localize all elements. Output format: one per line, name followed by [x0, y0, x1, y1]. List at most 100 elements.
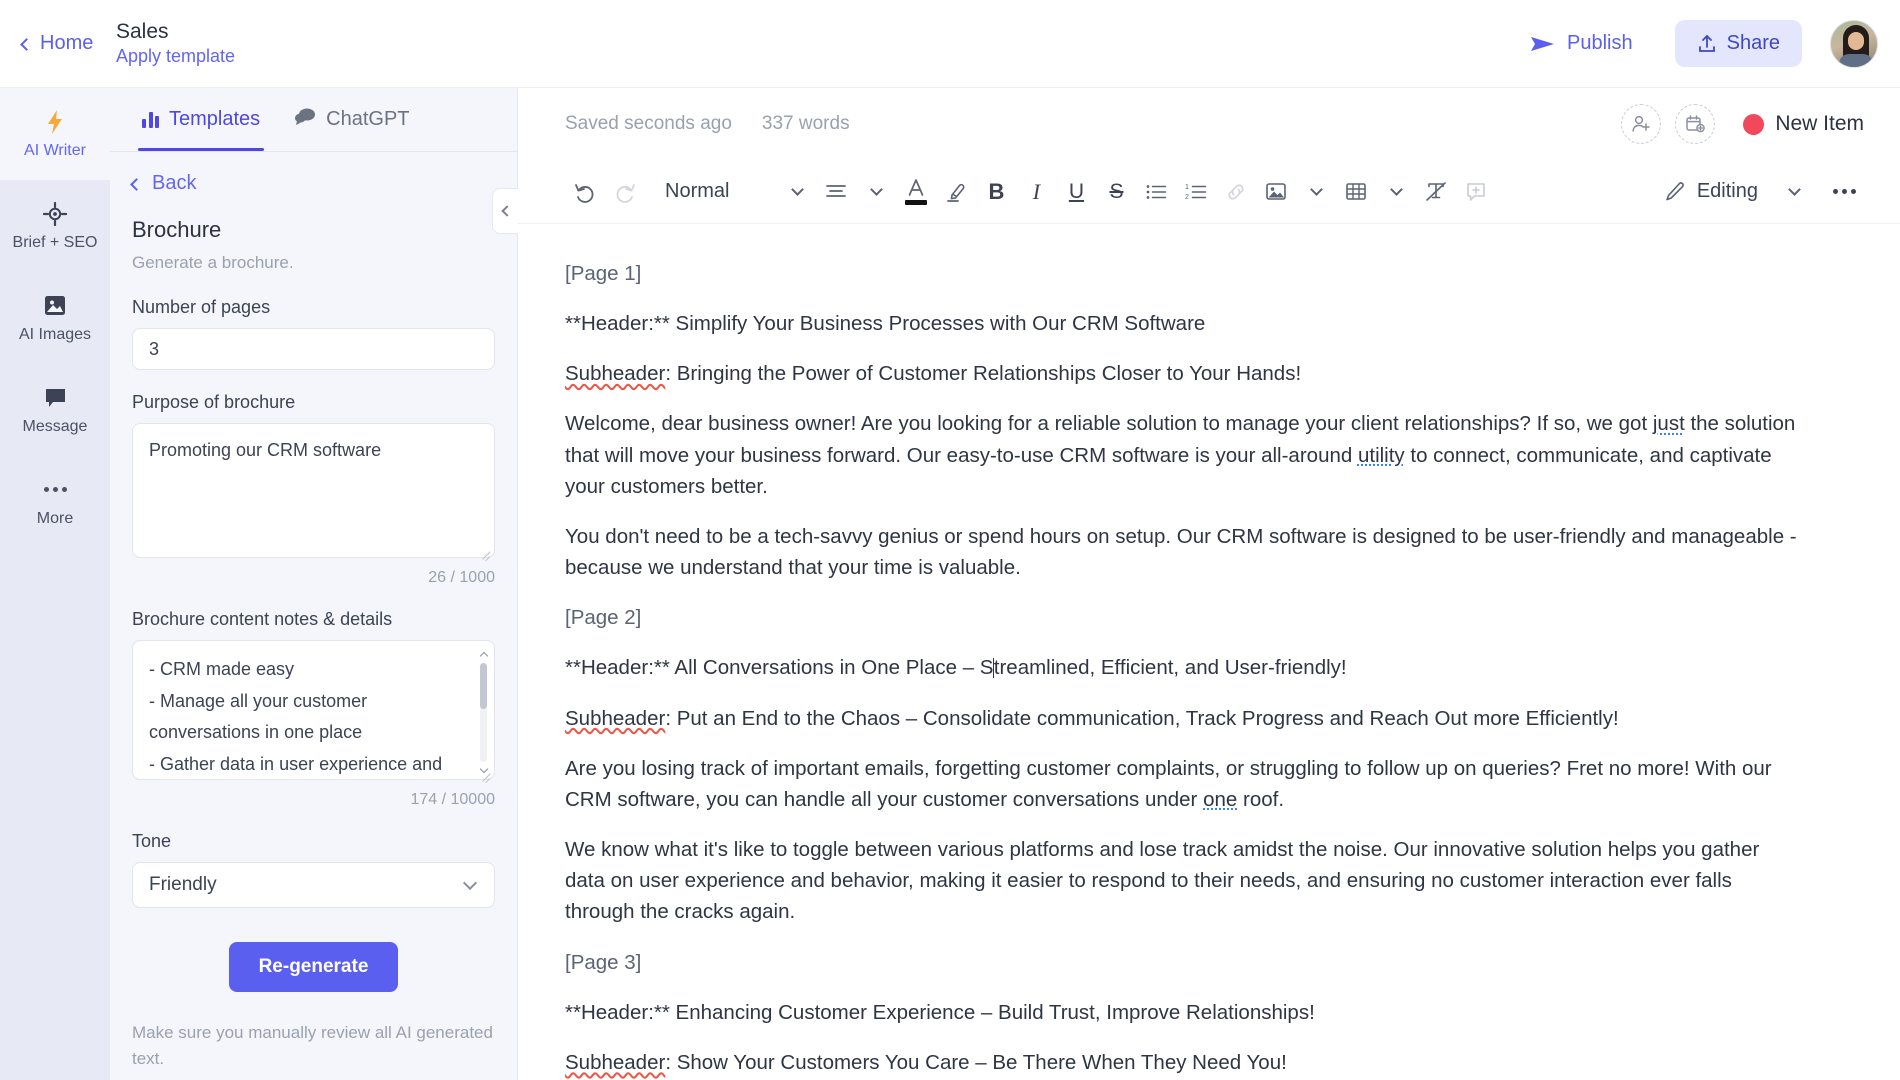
share-button[interactable]: Share — [1674, 20, 1802, 67]
insert-image-button[interactable] — [1256, 172, 1296, 212]
body-row: AI Writer Brief + SEO AI Images Message … — [0, 88, 1900, 1080]
status-badge[interactable]: New Item — [1743, 112, 1864, 136]
paragraph-style-select[interactable]: Normal — [655, 180, 812, 203]
purpose-textarea-wrap: Promoting our CRM software — [132, 423, 495, 563]
bold-button[interactable]: B — [976, 172, 1016, 212]
sidebar-item-ai-writer[interactable]: AI Writer — [0, 88, 110, 180]
text-caret — [992, 658, 995, 679]
ellipsis-icon — [1832, 189, 1856, 194]
page-marker[interactable]: [Page 1] — [565, 258, 1800, 289]
document-paragraph[interactable]: Subheader: Show Your Customers You Care … — [565, 1047, 1800, 1078]
back-button[interactable]: Back — [130, 172, 495, 195]
sidebar-item-label: More — [36, 509, 74, 527]
sidebar-item-ai-images[interactable]: AI Images — [0, 272, 110, 364]
notes-scrollbar[interactable] — [478, 649, 488, 776]
notes-textarea[interactable]: - CRM made easy - Manage all your custom… — [132, 640, 495, 780]
document-body[interactable]: [Page 1] **Header:** Simplify Your Busine… — [565, 258, 1800, 1080]
chevron-down-icon — [791, 183, 805, 196]
document-paragraph[interactable]: **Header:** All Conversations in One Pla… — [565, 652, 1800, 683]
sidebar-item-label: Brief + SEO — [12, 233, 98, 251]
svg-text:1: 1 — [1185, 184, 1189, 191]
editor-pane: Saved seconds ago 337 words New Item Nor… — [518, 88, 1900, 1080]
svg-text:2: 2 — [1185, 194, 1189, 201]
avatar-face — [1848, 31, 1864, 50]
tab-chatgpt[interactable]: ChatGPT — [294, 88, 410, 151]
strikethrough-button[interactable]: S — [1096, 172, 1136, 212]
home-back-link[interactable]: Home — [0, 32, 112, 55]
target-icon — [43, 201, 67, 227]
panel-tab-bar: Templates ChatGPT — [110, 88, 517, 152]
calendar-add-icon — [1686, 115, 1705, 133]
bullet-list-icon — [1147, 184, 1167, 199]
align-dropdown[interactable] — [856, 172, 896, 212]
font-color-button[interactable] — [896, 172, 936, 212]
editing-mode-dropdown[interactable] — [1774, 172, 1814, 212]
sidebar-item-label: AI Images — [18, 325, 92, 343]
toolbar-more-button[interactable] — [1824, 172, 1864, 212]
italic-button[interactable]: I — [1016, 172, 1056, 212]
document-paragraph[interactable]: **Header:** Simplify Your Business Proce… — [565, 308, 1800, 339]
collapse-panel-button[interactable] — [492, 188, 518, 234]
scroll-down-icon[interactable] — [478, 764, 489, 776]
insert-table-button[interactable] — [1336, 172, 1376, 212]
image-icon — [1266, 183, 1287, 200]
underline-button[interactable]: U — [1056, 172, 1096, 212]
purpose-char-counter: 26 / 1000 — [428, 569, 495, 586]
numbered-list-button[interactable]: 1 2 — [1176, 172, 1216, 212]
tone-select[interactable]: Friendly — [132, 862, 495, 908]
page-marker[interactable]: [Page 3] — [565, 947, 1800, 978]
add-comment-button[interactable] — [1456, 172, 1496, 212]
document-paragraph[interactable]: Subheader: Put an End to the Chaos – Con… — [565, 703, 1800, 734]
font-color-swatch — [905, 200, 928, 205]
pages-input[interactable] — [132, 328, 495, 370]
scroll-up-icon[interactable] — [478, 649, 489, 661]
undo-icon — [575, 183, 594, 203]
template-title: Brochure — [132, 217, 222, 242]
table-dropdown[interactable] — [1376, 172, 1416, 212]
purpose-textarea[interactable]: Promoting our CRM software — [132, 423, 495, 558]
tab-label: ChatGPT — [326, 108, 410, 130]
apply-template-link[interactable]: Apply template — [116, 46, 235, 68]
sidebar-item-message[interactable]: Message — [0, 364, 110, 456]
link-button[interactable] — [1216, 172, 1256, 212]
page-marker[interactable]: [Page 2] — [565, 602, 1800, 633]
align-button[interactable] — [816, 172, 856, 212]
add-person-button[interactable] — [1621, 104, 1662, 144]
chevron-down-icon — [1787, 183, 1801, 196]
schedule-button[interactable] — [1675, 104, 1716, 144]
publish-button[interactable]: Publish — [1530, 32, 1633, 55]
image-dropdown[interactable] — [1296, 172, 1336, 212]
numbered-list-icon: 1 2 — [1185, 184, 1207, 201]
regenerate-row: Re-generate — [132, 942, 495, 992]
bullet-list-button[interactable] — [1136, 172, 1176, 212]
avatar[interactable] — [1830, 19, 1878, 68]
regenerate-button[interactable]: Re-generate — [228, 942, 399, 992]
document-scroll-area[interactable]: [Page 1] **Header:** Simplify Your Busine… — [518, 224, 1900, 1080]
template-panel: Templates ChatGPT Back Brochure Generate… — [110, 88, 518, 1080]
editing-mode-button[interactable]: Editing — [1664, 180, 1758, 203]
undo-button[interactable] — [565, 172, 605, 212]
highlight-button[interactable] — [936, 172, 976, 212]
home-label: Home — [40, 32, 94, 54]
clear-formatting-button[interactable] — [1416, 172, 1456, 212]
chevron-down-icon — [462, 875, 478, 891]
document-title-group: Sales Apply template — [116, 20, 235, 68]
app-root: Home Sales Apply template Publish Share — [0, 0, 1900, 1080]
document-paragraph[interactable]: Welcome, dear business owner! Are you lo… — [565, 408, 1800, 501]
document-paragraph[interactable]: We know what it's like to toggle between… — [565, 834, 1800, 927]
document-paragraph[interactable]: **Header:** Enhancing Customer Experienc… — [565, 997, 1800, 1028]
document-paragraph[interactable]: You don't need to be a tech-savvy genius… — [565, 521, 1800, 583]
lightning-icon — [43, 109, 67, 135]
ellipsis-icon — [43, 477, 67, 503]
sidebar-item-brief-seo[interactable]: Brief + SEO — [0, 180, 110, 272]
scrollbar-thumb[interactable] — [480, 663, 487, 709]
redo-button[interactable] — [605, 172, 645, 212]
document-paragraph[interactable]: Are you losing track of important emails… — [565, 753, 1800, 815]
chevron-left-icon — [501, 205, 513, 217]
tab-templates[interactable]: Templates — [137, 88, 265, 151]
sidebar-item-more[interactable]: More — [0, 456, 110, 548]
sidebar-item-label: AI Writer — [24, 141, 86, 159]
chat-icon — [294, 107, 316, 132]
document-paragraph[interactable]: Subheader: Bringing the Power of Custome… — [565, 358, 1800, 389]
field-purpose: Purpose of brochure Promoting our CRM so… — [132, 392, 495, 587]
